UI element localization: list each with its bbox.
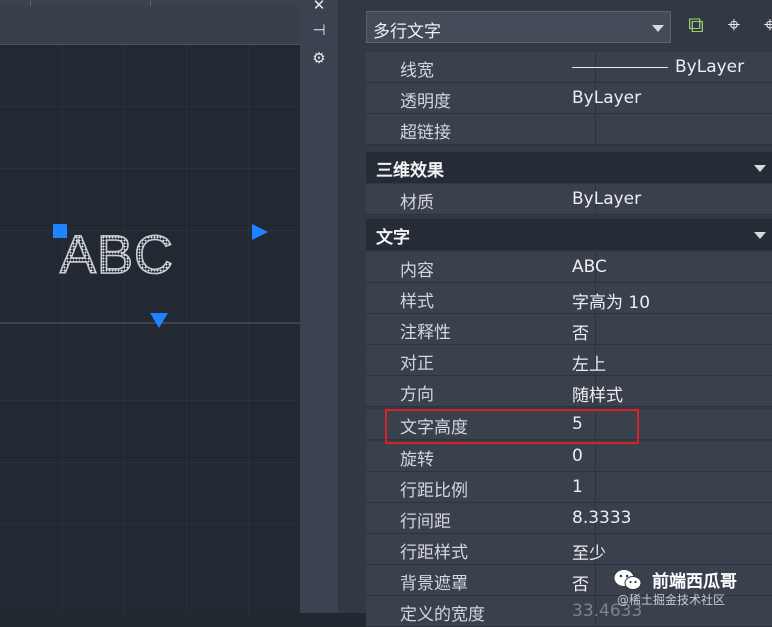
property-row-material[interactable]: 材质 ByLayer [366,184,772,215]
property-row-contents[interactable]: 内容 ABC [366,252,772,283]
collapse-caret-icon[interactable] [754,232,766,239]
highlight-annotation-box [385,409,639,444]
property-value[interactable]: 随样式 [572,381,623,406]
mtext-object[interactable]: ABC [59,224,174,286]
collapse-caret-icon[interactable] [754,165,766,172]
properties-panel: 多行文字 ⧉ ⌖ ⌖ 线宽 ByLayer 透明度 ByLayer 超链接 三维… [338,0,772,627]
property-name: 线宽 [400,61,434,81]
property-value[interactable]: 左上 [572,350,606,375]
grid-line [0,462,300,463]
quick-select-icon[interactable]: ⧉ [682,12,710,40]
grid-line [62,45,63,613]
grip-square-handle[interactable] [53,224,67,238]
category-label: 文字 [376,228,410,248]
property-name: 透明度 [400,92,451,112]
property-row-line-space-style[interactable]: 行距样式 至少 [366,534,772,565]
property-name: 方向 [400,385,434,405]
grid-line [0,168,300,169]
category-label: 三维效果 [376,161,444,181]
property-value[interactable]: ByLayer [675,57,744,77]
chevron-down-icon [652,25,664,32]
property-value[interactable]: 至少 [572,539,606,564]
grid-line [186,45,187,613]
property-row-rotation[interactable]: 旋转 0 [366,441,772,472]
divider [0,44,300,45]
lineweight-sample [572,67,668,68]
property-value[interactable]: 8.3333 [572,508,631,528]
property-value[interactable]: ABC [572,257,607,277]
wechat-icon [614,570,642,590]
palette-title-strip: ✕ ⊣ ⚙ [300,0,338,613]
settings-icon[interactable]: ⚙ [308,48,330,68]
property-row-style[interactable]: 样式 字高为 10 [366,283,772,314]
grid-line [0,400,300,401]
property-value[interactable]: 字高为 10 [572,288,650,313]
watermark-credit: @稀土掘金技术社区 [617,593,726,607]
property-row-direction[interactable]: 方向 随样式 [366,376,772,407]
property-name: 行距样式 [400,543,468,563]
property-name: 内容 [400,261,434,281]
select-objects-icon[interactable]: ⌖ [720,12,748,40]
auto-hide-icon[interactable]: ⊣ [308,20,330,40]
property-name: 行距比例 [400,481,468,501]
property-row-justify[interactable]: 对正 左上 [366,345,772,376]
canvas-band [0,6,300,44]
property-name: 旋转 [400,450,434,470]
property-value[interactable]: 1 [572,477,583,497]
property-name: 注释性 [400,323,451,343]
object-type-value: 多行文字 [373,22,441,42]
property-value[interactable]: ByLayer [572,88,641,108]
property-name: 超链接 [400,123,451,143]
property-row-line-spacing[interactable]: 行间距 8.3333 [366,503,772,534]
object-type-select[interactable]: 多行文字 [366,11,671,43]
property-value[interactable]: ByLayer [572,189,641,209]
property-row-lineweight[interactable]: 线宽 ByLayer [366,52,772,83]
grid-line [0,106,300,107]
property-name: 材质 [400,193,434,213]
grid-line [248,45,249,613]
property-value[interactable]: 0 [572,446,583,466]
drawing-canvas[interactable]: ABC [0,0,300,613]
property-value[interactable]: 否 [572,319,589,344]
close-icon[interactable]: ✕ [308,0,330,15]
watermark: 前端西瓜哥 @稀土掘金技术社区 [614,563,772,613]
grid-line [124,45,125,613]
property-row-hyperlink[interactable]: 超链接 [366,114,772,145]
property-name: 背景遮罩 [400,574,468,594]
pickadd-icon[interactable]: ⌖ [756,12,772,40]
property-name: 样式 [400,292,434,312]
watermark-name: 前端西瓜哥 [652,572,737,592]
category-text[interactable]: 文字 [366,219,772,250]
height-grip-arrow[interactable] [150,313,168,328]
category-3d-effects[interactable]: 三维效果 [366,152,772,183]
property-value[interactable]: 否 [572,570,589,595]
property-name: 行间距 [400,512,451,532]
grid-line [0,524,300,525]
width-grip-arrow[interactable] [252,224,268,240]
property-name: 对正 [400,354,434,374]
property-row-annotative[interactable]: 注释性 否 [366,314,772,345]
property-row-line-space-factor[interactable]: 行距比例 1 [366,472,772,503]
property-row-transparency[interactable]: 透明度 ByLayer [366,83,772,114]
